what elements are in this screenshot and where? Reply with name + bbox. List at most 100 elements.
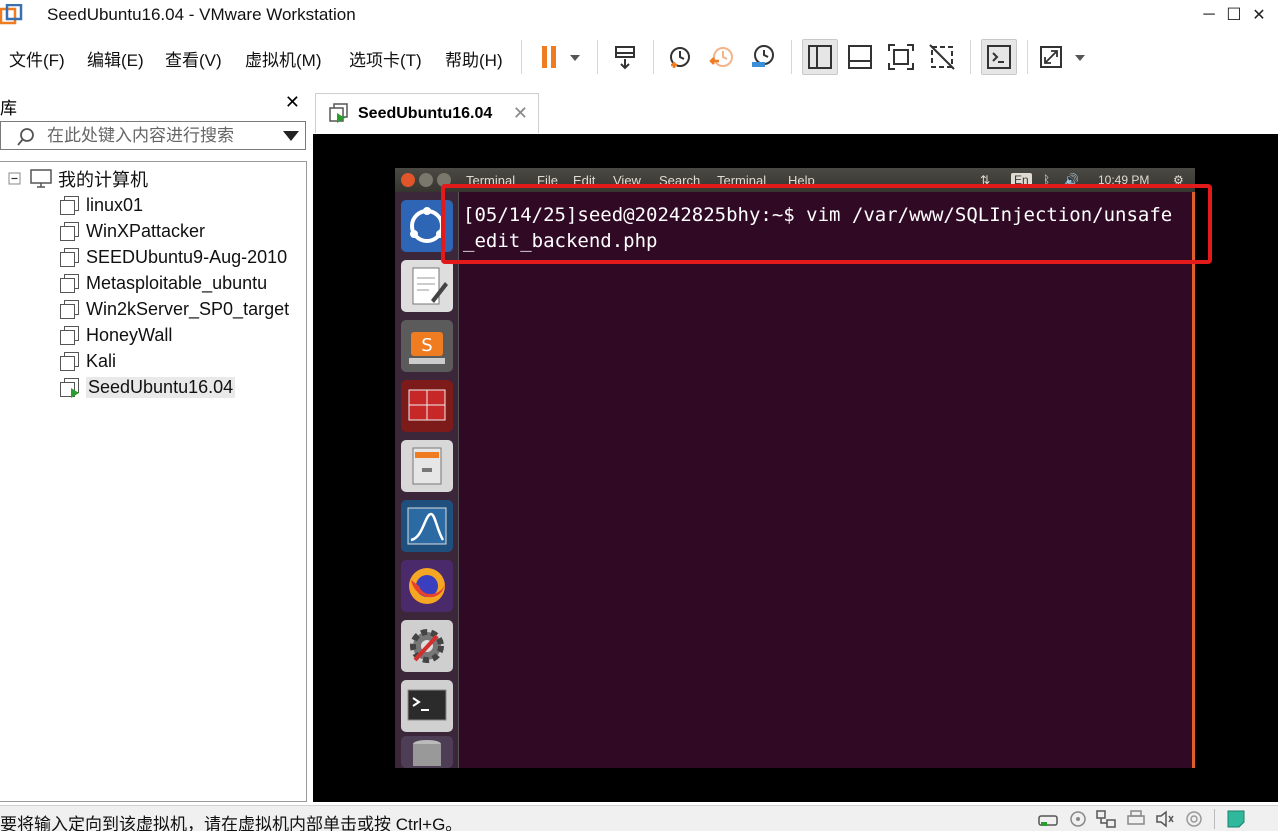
fullscreen-button[interactable] (883, 39, 919, 75)
tree-item-vm[interactable]: Kali (60, 349, 116, 373)
library-panel: 库 ✕ 我的计算机 linux01 Wi (0, 88, 308, 802)
revert-snapshot-button[interactable] (704, 39, 740, 75)
tree-item-vm[interactable]: Metasploitable_ubuntu (60, 271, 267, 295)
search-icon (17, 128, 34, 146)
cd-rom-icon[interactable] (1068, 810, 1088, 828)
library-header: 库 ✕ (0, 88, 308, 120)
vm-name: SEEDUbuntu9-Aug-2010 (86, 246, 288, 267)
shark-fin-icon (407, 507, 447, 545)
message-log-icon[interactable] (1226, 810, 1246, 828)
tree-item-vm[interactable]: SEEDUbuntu9-Aug-2010 (60, 245, 287, 269)
sublime-text-icon[interactable]: S (401, 320, 453, 372)
snapshot-manager-icon (752, 45, 774, 67)
vm-icon (60, 248, 79, 267)
toolbar-separator (1027, 40, 1028, 74)
close-window-button[interactable]: ✕ (1236, 0, 1278, 30)
menu-tabs[interactable]: 选项卡(T) (349, 46, 422, 71)
library-search-box[interactable] (0, 121, 306, 150)
console-view-icon (987, 45, 1011, 69)
system-settings-icon[interactable] (401, 620, 453, 672)
tree-item-vm[interactable]: linux01 (60, 193, 143, 217)
terminal-border (1192, 192, 1195, 768)
collapse-icon[interactable] (8, 172, 22, 186)
menu-file[interactable]: 文件(F) (9, 46, 65, 71)
menu-view[interactable]: 查看(V) (165, 46, 222, 71)
hard-disk-icon[interactable] (1038, 810, 1058, 828)
unity-icon (929, 44, 955, 70)
trash-icon[interactable] (401, 736, 453, 768)
library-title: 库 (0, 99, 17, 118)
tree-item-vm-selected[interactable]: SeedUbuntu16.04 (60, 375, 236, 399)
window-title: SeedUbuntu16.04 - VMware Workstation (47, 5, 356, 24)
guest-minimize-icon[interactable] (419, 173, 433, 187)
vm-icon (60, 274, 79, 293)
vm-icon (60, 326, 79, 345)
vm-running-icon (329, 102, 348, 123)
send-keys-button[interactable] (607, 39, 643, 75)
computer-icon (30, 169, 52, 188)
fullscreen-icon (888, 44, 914, 70)
file-cabinet-icon (412, 447, 442, 485)
console-view-button[interactable] (981, 39, 1017, 75)
toolbar-separator (597, 40, 598, 74)
terminator-icon[interactable] (401, 380, 453, 432)
tree-item-vm[interactable]: WinXPattacker (60, 219, 205, 243)
toolbar-separator (653, 40, 654, 74)
notepad-icon (412, 267, 448, 305)
wrench-gear-icon (410, 629, 444, 663)
guest-close-icon[interactable] (401, 173, 415, 187)
tree-root-my-computer[interactable]: 我的计算机 (8, 167, 148, 191)
text-editor-icon[interactable] (401, 260, 453, 312)
tab-label: SeedUbuntu16.04 (358, 104, 493, 122)
status-bar: 要将输入定向到该虚拟机，请在虚拟机内部单击或按 Ctrl+G。 (0, 805, 1278, 831)
take-snapshot-button[interactable] (663, 39, 699, 75)
send-keys-icon (615, 46, 635, 70)
tree-item-vm[interactable]: HoneyWall (60, 323, 172, 347)
sublime-logo-icon: S (409, 332, 445, 364)
tab-seedubuntu[interactable]: SeedUbuntu16.04 ✕ (315, 93, 539, 133)
tab-strip: SeedUbuntu16.04 ✕ (313, 88, 1278, 134)
revert-snapshot-icon (709, 47, 733, 67)
library-view-button[interactable] (802, 39, 838, 75)
menu-help[interactable]: 帮助(H) (445, 46, 503, 71)
terminal-launcher-icon[interactable] (401, 680, 453, 732)
pause-icon (542, 46, 580, 68)
toolbar-separator (970, 40, 971, 74)
thumbnail-bar-button[interactable] (842, 39, 878, 75)
stretch-button[interactable] (1036, 39, 1092, 75)
tab-close-button[interactable]: ✕ (513, 103, 528, 124)
trash-bin-icon (413, 740, 441, 766)
wireshark-icon[interactable] (401, 500, 453, 552)
search-dropdown-icon[interactable] (283, 131, 299, 141)
menu-edit[interactable]: 编辑(E) (87, 46, 144, 71)
network-adapter-icon[interactable] (1096, 810, 1116, 828)
vm-icon (60, 352, 79, 371)
snapshot-manager-button[interactable] (745, 39, 781, 75)
menu-vm[interactable]: 虚拟机(M) (245, 46, 321, 71)
library-close-button[interactable]: ✕ (285, 92, 300, 113)
vm-icon (60, 222, 79, 241)
annotation-highlight-box (441, 184, 1212, 264)
vm-name: WinXPattacker (86, 220, 206, 241)
pause-button[interactable] (530, 39, 586, 75)
sound-card-icon[interactable] (1155, 810, 1175, 828)
stretch-icon (1040, 46, 1085, 68)
library-search-input[interactable] (47, 125, 277, 147)
toolbar-separator (521, 40, 522, 74)
vm-tree: 我的计算机 linux01 WinXPattacker SEEDUbuntu9-… (0, 161, 307, 802)
tree-item-vm[interactable]: Win2kServer_SP0_target (60, 297, 289, 321)
files-icon[interactable] (401, 440, 453, 492)
vm-name: HoneyWall (86, 324, 173, 345)
usb-icon[interactable] (1184, 810, 1204, 828)
status-message: 要将输入定向到该虚拟机，请在虚拟机内部单击或按 Ctrl+G。 (0, 815, 463, 831)
vm-icon (60, 196, 79, 215)
firefox-icon[interactable] (401, 560, 453, 612)
printer-icon[interactable] (1126, 810, 1146, 828)
guest-terminal-window[interactable]: [05/14/25]seed@20242825bhy:~$ vim /var/w… (459, 192, 1195, 768)
vm-icon (60, 300, 79, 319)
unity-button[interactable] (924, 39, 960, 75)
vm-name: Metasploitable_ubuntu (86, 272, 268, 293)
status-separator (1214, 809, 1215, 829)
vm-name: linux01 (86, 194, 144, 215)
vm-name: SeedUbuntu16.04 (86, 376, 236, 398)
